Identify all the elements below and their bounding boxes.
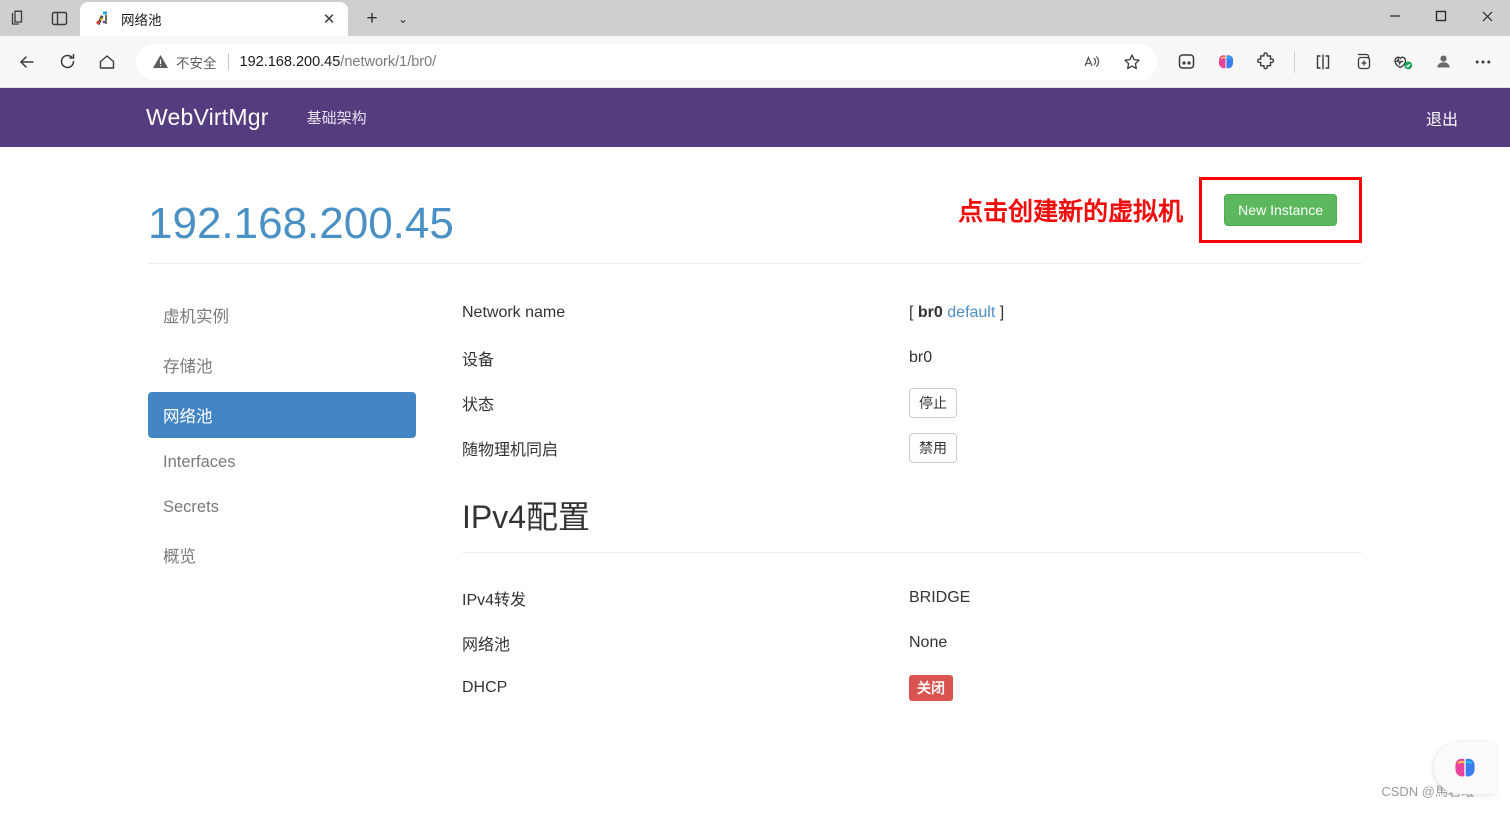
detail-value-autostart: 禁用: [909, 432, 957, 463]
copilot-icon[interactable]: [1207, 43, 1245, 81]
not-secure-warning-icon: [152, 53, 169, 70]
sidebar-item-interfaces[interactable]: Interfaces: [148, 442, 416, 483]
detail-label-device: 设备: [462, 351, 495, 369]
read-aloud-icon[interactable]: [1073, 43, 1111, 81]
copilot-brain-icon: [1455, 758, 1475, 777]
page-container: 192.168.200.45 点击创建新的虚拟机 New Instance 虚机…: [0, 147, 1510, 710]
address-bar[interactable]: 不安全 192.168.200.45/network/1/br0/: [136, 43, 1157, 81]
settings-more-icon[interactable]: [1464, 43, 1502, 81]
detail-row-network-pool: 网络池 None: [462, 620, 1362, 665]
detail-row-dhcp: DHCP 关闭: [462, 665, 1362, 710]
detail-row-autostart: 随物理机同启 禁用: [462, 425, 1362, 470]
maximize-button[interactable]: [1418, 0, 1464, 32]
bracket-open: [: [909, 303, 914, 321]
detail-label-dhcp: DHCP: [462, 678, 508, 696]
tab-title: 网络池: [121, 13, 162, 28]
sidebar-item-instances[interactable]: 虚机实例: [148, 292, 416, 338]
profile-icon[interactable]: [1424, 43, 1462, 81]
minimize-button[interactable]: [1372, 0, 1418, 32]
copilot-floating-button[interactable]: [1434, 742, 1496, 794]
titlebar-left-icons: [0, 0, 72, 36]
omnibox-actions: [1073, 43, 1151, 81]
refresh-button[interactable]: [48, 43, 86, 81]
sidebar-item-networks[interactable]: 网络池: [148, 392, 416, 438]
browser-toolbar: 不安全 192.168.200.45/network/1/br0/: [0, 36, 1510, 88]
detail-label-network-name: Network name: [462, 303, 566, 321]
annotation-highlight-box: New Instance: [1199, 177, 1362, 243]
detail-row-status: 状态 停止: [462, 380, 1362, 425]
not-secure-label: 不安全: [176, 55, 217, 71]
back-button[interactable]: [8, 43, 46, 81]
toolbar-separator: [1294, 50, 1295, 73]
url-text: 192.168.200.45/network/1/br0/: [240, 54, 437, 70]
detail-label-autostart: 随物理机同启: [462, 441, 559, 459]
app-navbar: WebVirtMgr 基础架构 退出: [0, 88, 1510, 147]
page-header: 192.168.200.45 点击创建新的虚拟机 New Instance: [148, 147, 1362, 264]
brand-logo[interactable]: WebVirtMgr: [146, 104, 269, 131]
browser-essentials-icon[interactable]: [1384, 43, 1422, 81]
tab-close-icon[interactable]: ✕: [318, 8, 340, 30]
new-tab-button[interactable]: +: [357, 4, 387, 34]
detail-row-ipv4-forward: IPv4转发 BRIDGE: [462, 575, 1362, 620]
nav-item-logout[interactable]: 退出: [1426, 106, 1484, 130]
autostart-disable-button[interactable]: 禁用: [909, 432, 957, 463]
webvirtmgr-favicon: [94, 10, 112, 28]
detail-label-ipv4-forward: IPv4转发: [462, 591, 527, 609]
ipv4-section-heading: IPv4配置: [462, 499, 591, 535]
sidebar-item-secrets[interactable]: Secrets: [148, 487, 416, 528]
browser-titlebar: 网络池 ✕ + ⌄: [0, 0, 1510, 36]
status-stop-button[interactable]: 停止: [909, 387, 957, 418]
sidebar-nav: 虚机实例 存储池 网络池 Interfaces Secrets 概览: [148, 286, 416, 710]
browser-window: 网络池 ✕ + ⌄ 不安全 192.168.200.45/network/1/b…: [0, 0, 1510, 814]
page-body: 虚机实例 存储池 网络池 Interfaces Secrets 概览 Netwo…: [148, 264, 1362, 710]
add-to-collection-icon[interactable]: [1344, 43, 1382, 81]
sidebar-item-overview[interactable]: 概览: [148, 532, 416, 578]
detail-label-network-pool: 网络池: [462, 636, 511, 654]
window-controls: [1372, 0, 1510, 36]
annotation-text: 点击创建新的虚拟机: [958, 198, 1184, 226]
section-divider: [462, 552, 1362, 553]
detail-value-device: br0: [909, 348, 933, 366]
bracket-close: ]: [999, 303, 1005, 321]
collections-icon[interactable]: [1167, 43, 1205, 81]
detail-value-network-name: [ br0 default ]: [909, 304, 1004, 322]
network-name-value: br0: [917, 303, 943, 321]
nav-item-infrastructure[interactable]: 基础架构: [307, 107, 367, 128]
sidebar-item-storages[interactable]: 存储池: [148, 342, 416, 388]
detail-value-dhcp: 关闭: [909, 674, 953, 701]
detail-row-device: 设备 br0: [462, 335, 1362, 380]
network-details: Network name [ br0 default ] 设备 br0 状态 停…: [416, 286, 1362, 710]
detail-value-network-pool: None: [909, 633, 948, 651]
page-title: 192.168.200.45: [148, 198, 454, 248]
browser-tab[interactable]: 网络池 ✕: [80, 2, 348, 36]
page-header-actions: 点击创建新的虚拟机 New Instance: [958, 177, 1362, 247]
home-button[interactable]: [88, 43, 126, 81]
network-default-link[interactable]: default: [947, 304, 995, 321]
omnibox-separator: [227, 53, 229, 70]
close-button[interactable]: [1464, 0, 1510, 32]
tab-actions-panel-icon[interactable]: [46, 5, 72, 31]
split-screen-icon[interactable]: [1304, 43, 1342, 81]
detail-row-network-name: Network name [ br0 default ]: [462, 290, 1362, 335]
favorite-star-icon[interactable]: [1113, 43, 1151, 81]
detail-value-status: 停止: [909, 387, 957, 418]
url-path: /network/1/br0/: [340, 53, 437, 70]
copilot-stack-icon[interactable]: [6, 5, 32, 31]
extensions-icon[interactable]: [1247, 43, 1285, 81]
detail-value-ipv4-forward: BRIDGE: [909, 588, 971, 606]
url-host: 192.168.200.45: [239, 53, 341, 70]
detail-label-status: 状态: [462, 396, 495, 414]
dhcp-status-badge: 关闭: [909, 674, 953, 701]
new-instance-button[interactable]: New Instance: [1224, 194, 1337, 226]
tab-list-dropdown-icon[interactable]: ⌄: [390, 4, 416, 34]
